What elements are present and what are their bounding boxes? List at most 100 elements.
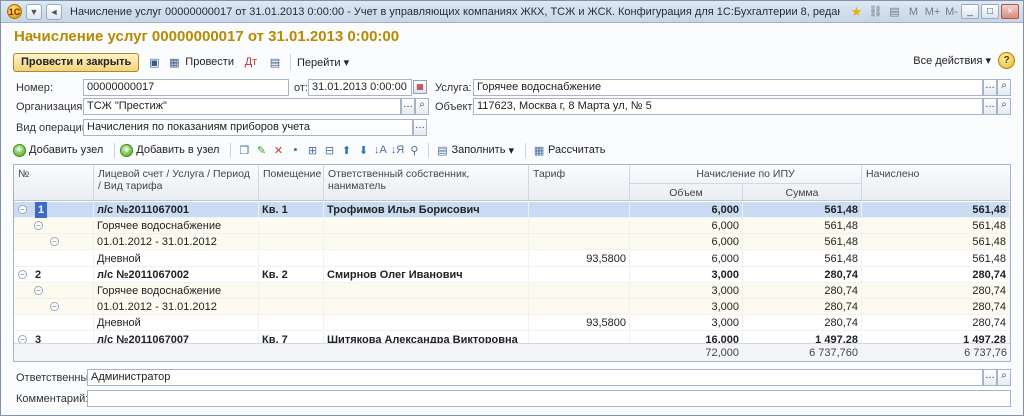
minimize-button[interactable]: _ [961, 4, 979, 19]
comment-field[interactable] [87, 390, 1011, 407]
accruals-table[interactable]: № Лицевой счет / Услуга / Период / Вид т… [13, 164, 1011, 362]
post-and-close-button[interactable]: Провести и закрыть [13, 52, 140, 72]
object-open-icon[interactable]: ⌕ [997, 98, 1011, 115]
back-arrow-icon[interactable]: ◄ [46, 3, 62, 20]
organization-field[interactable]: ТСЖ "Престиж" [83, 98, 401, 115]
cell-tariff [529, 234, 630, 251]
object-select-button[interactable]: … [983, 98, 997, 115]
cell-account: Горячее водоснабжение [94, 218, 259, 235]
operation-type-select-button[interactable]: … [413, 119, 427, 136]
cell-volume: 3,000 [630, 315, 743, 332]
memory-m-button[interactable]: M [905, 4, 922, 20]
search-icon[interactable]: ⚲ [406, 142, 422, 158]
header-sum[interactable]: Сумма [743, 183, 862, 200]
app-window: 1С ▼ ◄ Начисление услуг 00000000017 от 3… [0, 0, 1024, 416]
cell-premises [259, 315, 324, 332]
responsible-open-icon[interactable]: ⌕ [997, 369, 1011, 386]
table-row[interactable]: Дневной 93,5800 6,000 561,48 561,48 [14, 250, 1010, 267]
table-row[interactable]: −01.01.2012 - 31.01.2012 3,000 280,74 280,7… [14, 299, 1010, 316]
table-row[interactable]: −01.01.2012 - 31.01.2012 6,000 561,48 561,4… [14, 234, 1010, 251]
add-to-node-button[interactable]: + Добавить в узел [120, 143, 219, 157]
number-field[interactable]: 00000000017 [83, 79, 289, 96]
move-up-icon[interactable]: ⬆ [338, 142, 354, 158]
service-open-icon[interactable]: ⌕ [997, 79, 1011, 96]
hierarchy-icon[interactable]: ⊞ [304, 142, 320, 158]
header-tariff[interactable]: Тариф [529, 165, 630, 200]
operation-type-field[interactable]: Начисления по показаниям приборов учета [83, 119, 413, 136]
organization-label: Организация: [16, 101, 86, 113]
memory-plus-button[interactable]: M+ [924, 4, 941, 20]
header-owner[interactable]: Ответственный собственник, наниматель [324, 165, 529, 200]
cell-account: л/с №2011067002 [94, 266, 259, 283]
footer-volume-total: 72,000 [630, 344, 743, 361]
copy-icon[interactable]: ❐ [236, 142, 252, 158]
cell-owner [324, 234, 529, 251]
date-field[interactable]: 31.01.2013 0:00:00 [308, 79, 412, 96]
header-account[interactable]: Лицевой счет / Услуга / Период / Вид тар… [94, 165, 259, 200]
window-menu-icon[interactable]: ▼ [26, 3, 42, 20]
maximize-button[interactable]: □ [981, 4, 999, 19]
cell-sum: 280,74 [743, 266, 862, 283]
organization-open-icon[interactable]: ⌕ [415, 98, 429, 115]
goto-menu[interactable]: Перейти ▾ [297, 56, 349, 69]
sort-descending-icon[interactable]: ↓Я [389, 142, 405, 158]
object-label: Объект: [435, 101, 476, 113]
link-icon[interactable]: ⛓ [867, 4, 884, 20]
cell-premises [259, 218, 324, 235]
movements-icon[interactable]: Дт [242, 53, 260, 71]
header-num[interactable]: № [14, 165, 94, 200]
service-field[interactable]: Горячее водоснабжение [473, 79, 983, 96]
calculate-button[interactable]: ▦ Рассчитать [531, 142, 606, 158]
object-field[interactable]: 117623, Москва г, 8 Марта ул, № 5 [473, 98, 983, 115]
delete-icon[interactable]: ✕ [270, 142, 286, 158]
add-node-button[interactable]: + Добавить узел [13, 143, 103, 157]
table-row[interactable]: − Горячее водоснабжение 3,000 280,74 280,74 [14, 283, 1010, 299]
all-actions-menu[interactable]: Все действия ▾ [913, 54, 991, 67]
responsible-field[interactable]: Администратор [87, 369, 983, 386]
end-edit-icon[interactable]: ▪ [287, 142, 303, 158]
level-down-icon[interactable]: ⊟ [321, 142, 337, 158]
print-icon[interactable]: ▤ [266, 53, 284, 71]
cell-num [32, 315, 94, 332]
memory-minus-button[interactable]: M- [943, 4, 960, 20]
app-logo-icon[interactable]: 1С [7, 4, 22, 19]
table-row[interactable]: − Горячее водоснабжение 6,000 561,48 561,48 [14, 218, 1010, 235]
table-row[interactable]: −2 л/с №2011067002 Кв. 2 Смирнов Олег Ивано… [14, 266, 1010, 283]
cell-sum: 561,48 [743, 250, 862, 267]
date-label: от: [294, 82, 308, 94]
tree-collapse-icon[interactable]: − [18, 269, 27, 279]
move-down-icon[interactable]: ⬇ [355, 142, 371, 158]
post-icon[interactable]: ▦ [165, 53, 183, 71]
responsible-select-button[interactable]: … [983, 369, 997, 386]
cell-owner [324, 218, 529, 235]
close-button[interactable]: × [1001, 4, 1019, 19]
history-icon[interactable]: ▤ [886, 4, 903, 20]
title-bar: 1С ▼ ◄ Начисление услуг 00000000017 от 3… [1, 1, 1023, 23]
save-icon[interactable]: ▣ [145, 53, 163, 71]
edit-pencil-icon[interactable]: ✎ [253, 142, 269, 158]
calendar-icon[interactable]: ▦ [413, 80, 427, 94]
tree-collapse-icon[interactable]: − [18, 205, 27, 214]
post-button[interactable]: Провести [185, 56, 234, 68]
sort-ascending-icon[interactable]: ↓A [372, 142, 388, 158]
fill-menu-button[interactable]: ▤ Заполнить ▾ [434, 142, 514, 158]
header-volume[interactable]: Объем [630, 183, 743, 200]
responsible-label: Ответственный: [16, 372, 98, 384]
cell-volume: 6,000 [630, 218, 743, 235]
cell-num [32, 299, 94, 316]
add-icon: + [120, 143, 134, 157]
header-charged[interactable]: Начислено [862, 165, 1010, 200]
cell-owner [324, 283, 529, 299]
cell-num [32, 283, 94, 299]
help-button[interactable]: ? [998, 52, 1015, 69]
favorite-star-icon[interactable]: ★ [848, 4, 865, 20]
service-select-button[interactable]: … [983, 79, 997, 96]
cell-volume: 3,000 [630, 266, 743, 283]
table-row[interactable]: −1 л/с №2011067001 Кв. 1 Трофимов Илья Бори… [14, 202, 1010, 218]
header-premises[interactable]: Помещение [259, 165, 324, 200]
row-number-badge: 1 [35, 202, 48, 218]
table-row[interactable]: Дневной 93,5800 3,000 280,74 280,74 [14, 315, 1010, 332]
cell-owner [324, 250, 529, 267]
cell-premises [259, 234, 324, 251]
organization-select-button[interactable]: … [401, 98, 415, 115]
